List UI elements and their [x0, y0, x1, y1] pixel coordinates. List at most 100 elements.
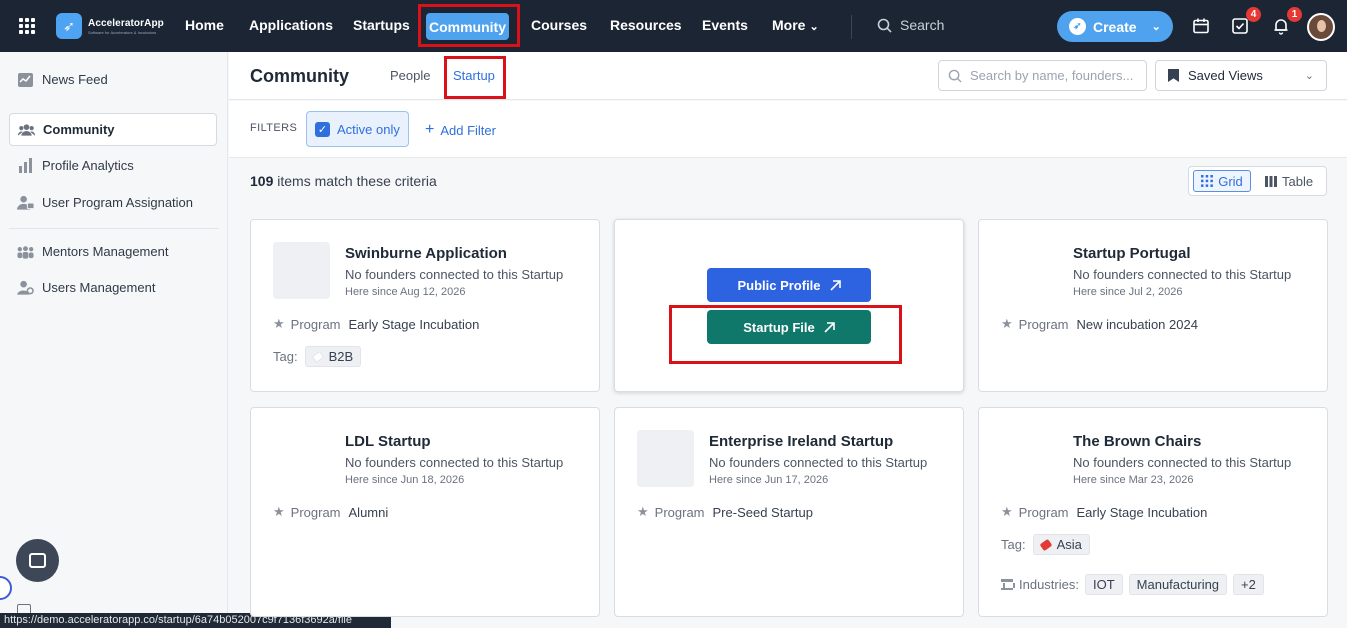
highlight-box-startup-tab [444, 56, 506, 99]
notifications-badge: 1 [1287, 7, 1302, 22]
calendar-icon[interactable] [1192, 17, 1210, 35]
tag-text: B2B [328, 349, 354, 364]
saved-views-label: Saved Views [1188, 68, 1263, 83]
saved-views-dropdown[interactable]: Saved Views ⌄ [1155, 60, 1327, 91]
nav-home[interactable]: Home [185, 17, 224, 33]
search-icon [877, 18, 892, 33]
rocket-logo-icon: ➶ [56, 13, 82, 39]
app-name: AcceleratorApp [88, 17, 164, 29]
startup-founders: No founders connected to this Startup [345, 455, 564, 470]
startup-since: Here since Jun 18, 2026 [345, 474, 465, 486]
startup-program: ★ Program New incubation 2024 [1001, 316, 1198, 332]
startup-program: ★ Program Pre-Seed Startup [637, 504, 813, 520]
startup-since: Here since Jun 17, 2026 [709, 474, 829, 486]
results-count: 109 items match these criteria [250, 173, 437, 189]
star-icon: ★ [1001, 504, 1013, 519]
bookmark-icon [1168, 69, 1179, 82]
tab-people[interactable]: People [390, 68, 430, 83]
create-button[interactable]: ➶ Create ⌄ [1057, 11, 1173, 42]
active-only-label: Active only [337, 121, 400, 137]
table-label: Table [1282, 174, 1314, 189]
sidebar-item-mentors-management[interactable]: Mentors Management [9, 235, 217, 268]
startup-tags: Tag: Asia [1001, 534, 1090, 555]
startup-name[interactable]: Enterprise Ireland Startup [709, 433, 893, 450]
sidebar-item-label: Community [43, 122, 115, 137]
checkbox-checked-icon: ✓ [315, 121, 330, 137]
startup-program: ★ Program Early Stage Incubation [1001, 504, 1207, 520]
program-value: Pre-Seed Startup [712, 504, 813, 520]
apps-grid-icon[interactable] [19, 18, 35, 34]
startup-card[interactable]: Startup Portugal No founders connected t… [978, 219, 1328, 392]
nav-resources[interactable]: Resources [610, 17, 682, 33]
sidebar-item-users-management[interactable]: Users Management [9, 271, 217, 304]
startup-name[interactable]: Startup Portugal [1073, 245, 1191, 262]
startup-card[interactable]: Enterprise Ireland Startup No founders c… [614, 407, 964, 617]
program-label: Program [290, 316, 341, 332]
search-placeholder: Search by name, founders... [970, 68, 1134, 83]
startup-logo [637, 430, 694, 487]
tasks-icon[interactable] [1231, 17, 1249, 35]
nav-applications[interactable]: Applications [249, 17, 333, 33]
nav-divider [851, 15, 852, 39]
sidebar-item-label: Users Management [42, 280, 156, 295]
public-profile-label: Public Profile [737, 277, 821, 293]
tag-label: Tag: [1001, 537, 1026, 552]
startup-founders: No founders connected to this Startup [1073, 455, 1292, 470]
global-search[interactable]: Search [877, 17, 944, 33]
program-label: Program [290, 504, 341, 520]
startup-name[interactable]: Swinburne Application [345, 245, 507, 262]
sidebar-item-label: Mentors Management [42, 244, 169, 259]
sidebar-item-profile-analytics[interactable]: Profile Analytics [9, 149, 217, 182]
star-icon: ★ [273, 316, 285, 331]
nav-startups[interactable]: Startups [353, 17, 410, 33]
program-value: Early Stage Incubation [1076, 504, 1208, 520]
sidebar-item-user-program-assignation[interactable]: User Program Assignation [9, 186, 217, 219]
startup-logo [273, 242, 330, 299]
filters-label: FILTERS [250, 122, 298, 134]
chat-launcher-button[interactable] [16, 539, 59, 582]
users-gear-icon [17, 280, 34, 296]
bar-chart-icon [17, 158, 34, 174]
avatar[interactable] [1307, 13, 1335, 41]
view-toggle: Grid Table [1188, 166, 1327, 196]
chevron-down-icon: ⌄ [1304, 70, 1314, 82]
startup-industries: Industries: IOT Manufacturing +2 [1001, 574, 1264, 595]
nav-more[interactable]: More ⌄ [772, 17, 819, 33]
table-icon [1265, 176, 1277, 187]
app-logo[interactable]: ➶ AcceleratorApp Software for Accelerato… [56, 13, 164, 39]
startup-card[interactable]: The Brown Chairs No founders connected t… [978, 407, 1328, 617]
startup-name[interactable]: LDL Startup [345, 433, 431, 450]
tag-label: Tag: [273, 349, 298, 364]
bell-icon[interactable] [1272, 17, 1290, 35]
star-icon: ★ [1001, 316, 1013, 331]
table-view-button[interactable]: Table [1265, 174, 1313, 189]
startup-name[interactable]: The Brown Chairs [1073, 433, 1201, 450]
industry-more-chip[interactable]: +2 [1233, 574, 1264, 595]
results-number: 109 [250, 173, 274, 189]
startup-card[interactable]: LDL Startup No founders connected to thi… [250, 407, 600, 617]
sidebar-item-community[interactable]: Community [9, 113, 217, 146]
active-only-toggle[interactable]: ✓ Active only [306, 111, 409, 147]
global-search-label: Search [900, 17, 945, 33]
tag-icon [311, 350, 324, 363]
public-profile-button[interactable]: Public Profile [707, 268, 871, 302]
nav-courses[interactable]: Courses [531, 17, 587, 33]
sidebar-item-label: News Feed [42, 72, 108, 87]
add-filter-button[interactable]: + Add Filter [425, 121, 496, 139]
program-label: Program [654, 504, 705, 520]
startup-since: Here since Mar 23, 2026 [1073, 474, 1194, 486]
startup-since: Here since Aug 12, 2026 [345, 286, 466, 298]
nav-events[interactable]: Events [702, 17, 748, 33]
app-tagline: Software for Accelerators & Incubators [88, 29, 157, 35]
grid-label: Grid [1218, 173, 1243, 189]
industry-chip: Manufacturing [1128, 574, 1228, 595]
news-feed-icon [17, 72, 34, 88]
tag-text: Asia [1056, 537, 1082, 552]
industries-label: Industries: [1019, 577, 1079, 592]
star-icon: ★ [273, 504, 285, 519]
institution-icon [1001, 579, 1015, 590]
grid-view-button[interactable]: Grid [1193, 170, 1251, 192]
startup-card[interactable]: Swinburne Application No founders connec… [250, 219, 600, 392]
sidebar-item-news-feed[interactable]: News Feed [9, 63, 217, 96]
community-search-input[interactable]: Search by name, founders... [938, 60, 1147, 91]
